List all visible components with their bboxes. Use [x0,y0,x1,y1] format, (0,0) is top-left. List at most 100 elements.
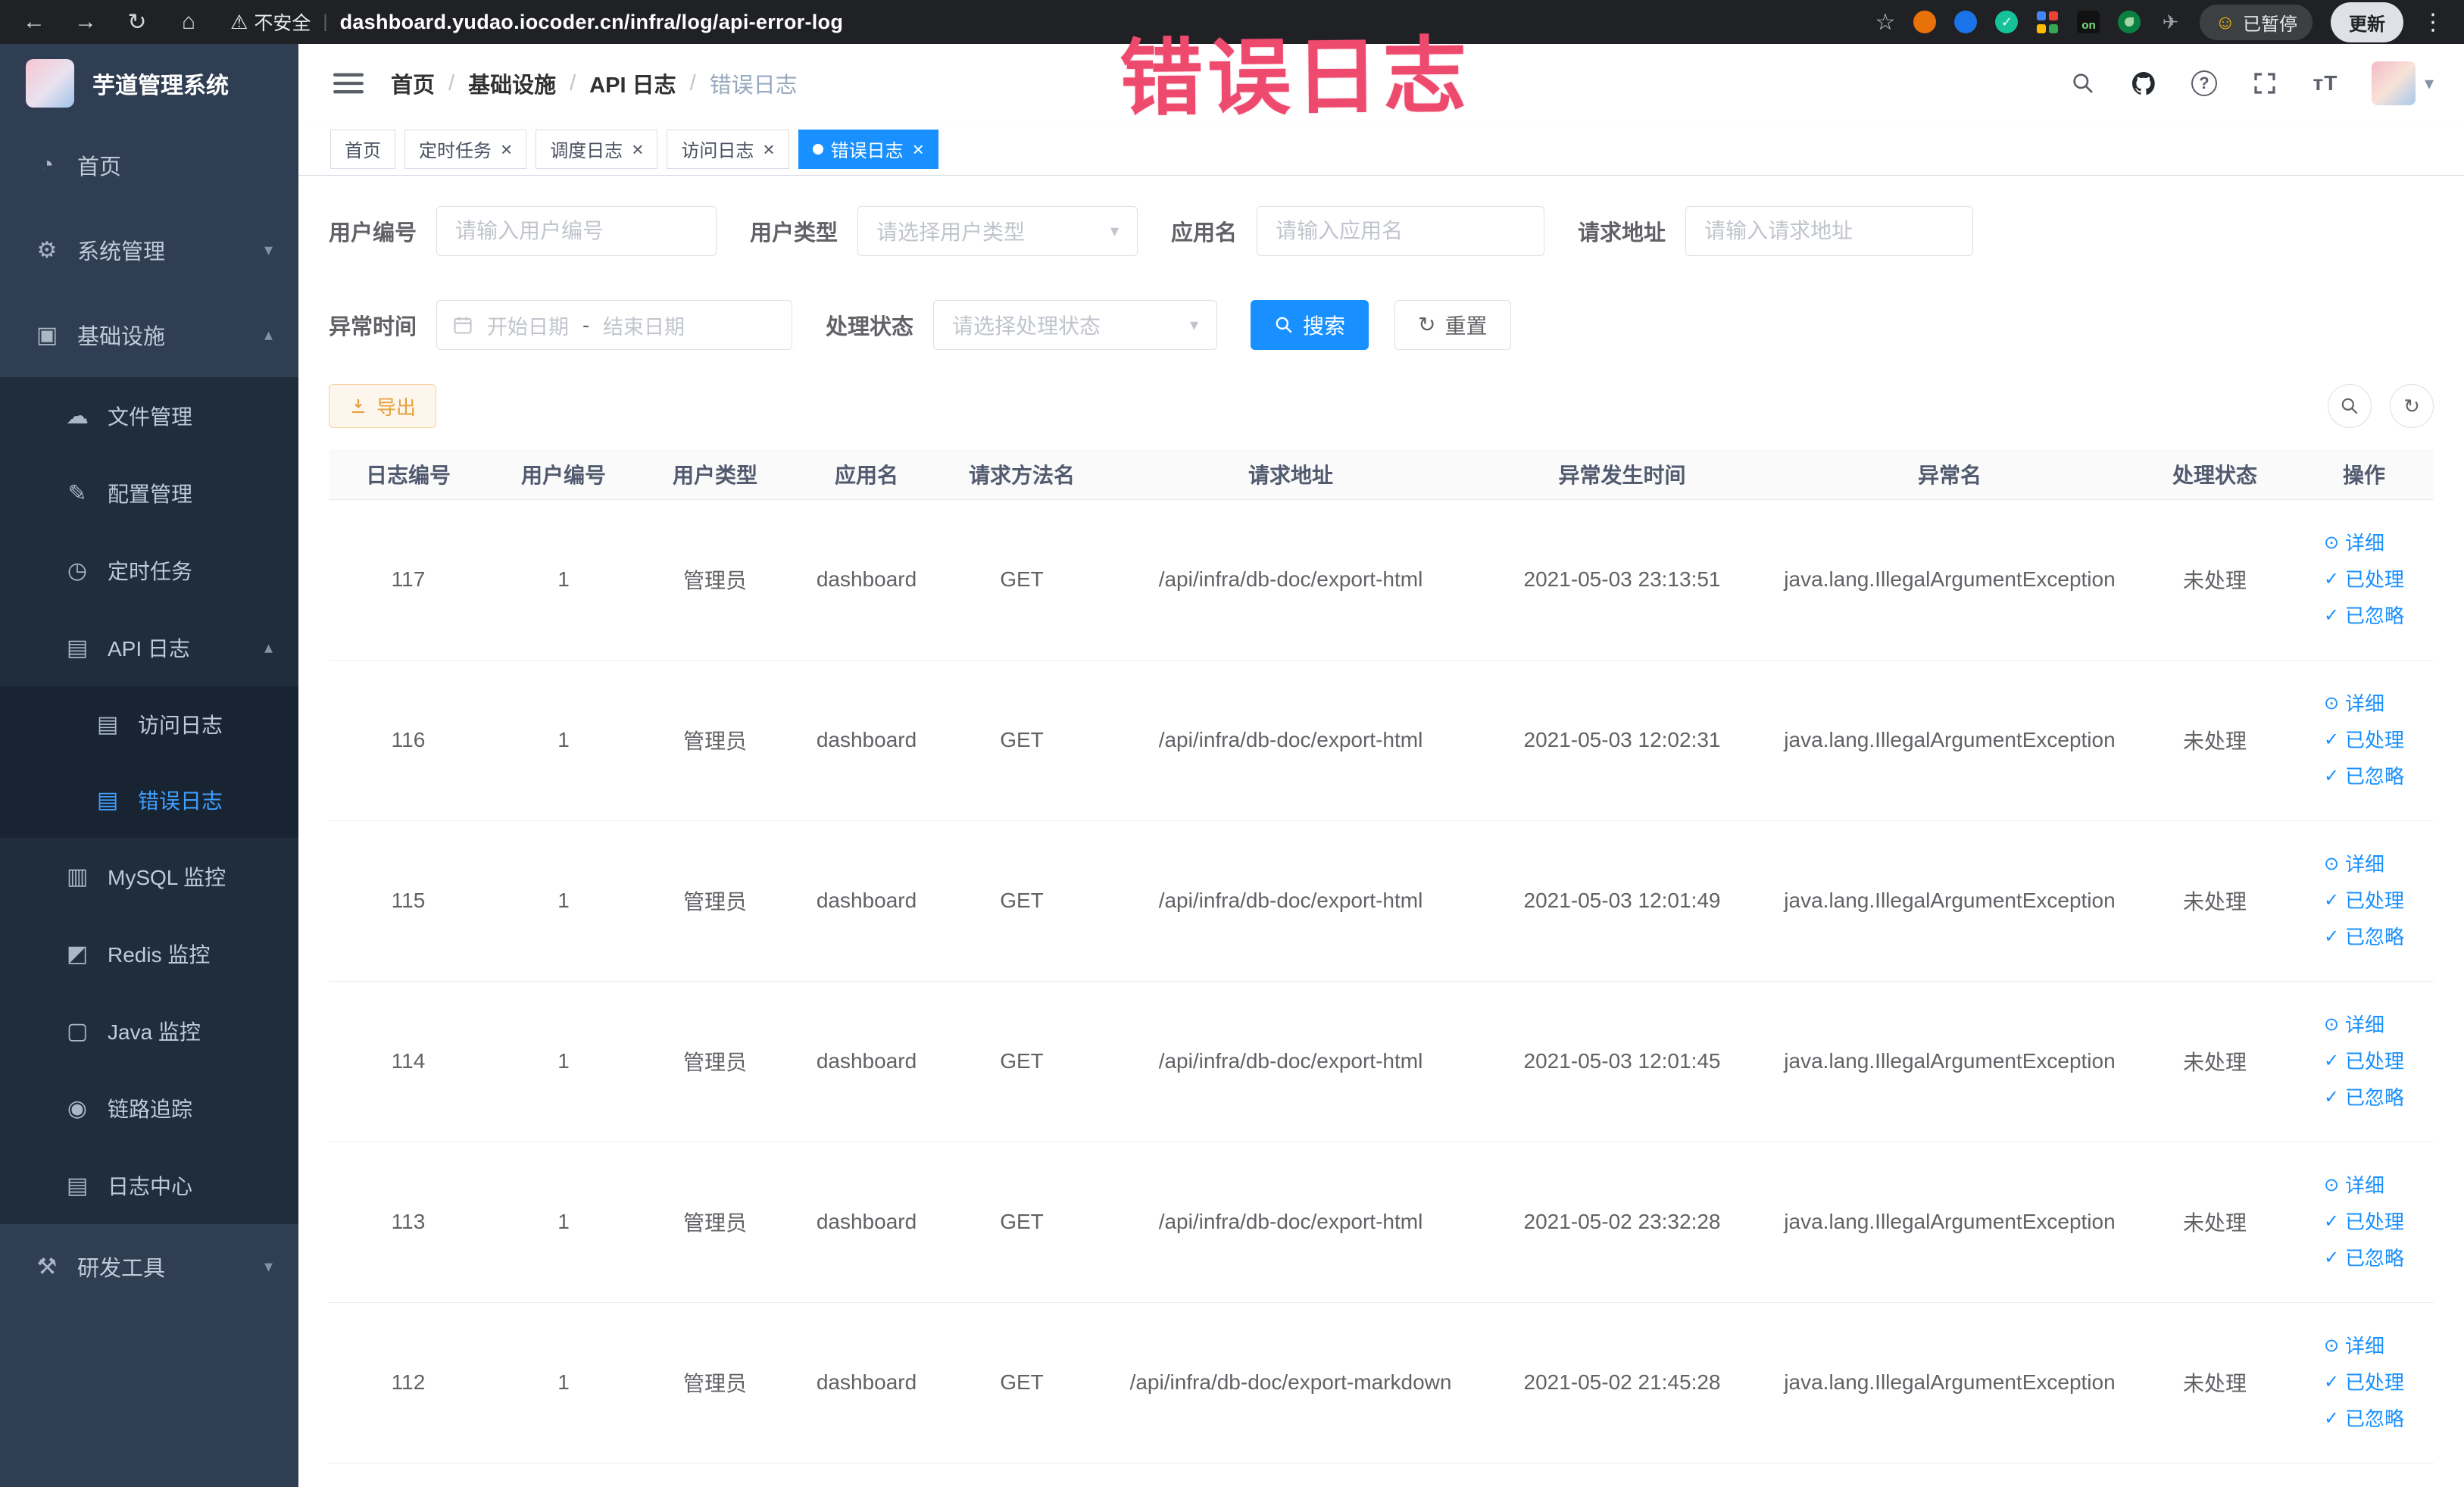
mark-processed-button[interactable]: ✓ 已处理 [2324,883,2404,919]
detail-button[interactable]: ⊙ 详细 [2324,525,2384,561]
column-header: 日志编号 [329,449,488,500]
sidebar-item-scheduled-jobs[interactable]: ◷ 定时任务 [0,532,298,609]
bookmark-star-icon[interactable]: ☆ [1875,9,1896,36]
tab-job-log[interactable]: 调度日志 × [536,129,658,169]
action-processed-label: 已处理 [2345,1211,2405,1233]
mark-ignored-button[interactable]: ✓ 已忽略 [2324,1401,2404,1437]
tab-error-log[interactable]: 错误日志 × [798,129,938,169]
action-detail-label: 详细 [2345,692,2385,715]
sidebar-item-system-management[interactable]: ⚙ 系统管理 ▾ [0,208,298,292]
user-type-select[interactable]: 请选择用户类型 ▾ [857,206,1138,256]
detail-button[interactable]: ⊙ 详细 [2324,1167,2384,1204]
mark-processed-button[interactable]: ✓ 已处理 [2324,561,2404,598]
tab-scheduled-jobs[interactable]: 定时任务 × [404,129,527,169]
sidebar-item-config-management[interactable]: ✎ 配置管理 [0,455,298,532]
reset-button[interactable]: ↻ 重置 [1394,300,1511,350]
check-icon: ✓ [2323,766,2340,786]
extension-plane-icon[interactable]: ✈ [2159,11,2181,33]
column-header: 异常发生时间 [1480,449,1764,500]
browser-reload-icon[interactable]: ↻ [123,9,151,36]
breadcrumb-item[interactable]: API 日志 [589,67,676,99]
sidebar-item-trace[interactable]: ◉ 链路追踪 [0,1070,298,1147]
close-icon[interactable]: × [632,139,643,159]
cell-log-id: 117 [329,499,488,661]
refresh-table-button[interactable]: ↻ [2390,384,2434,428]
sidebar-item-api-logs[interactable]: ▤ API 日志 ▴ [0,609,298,686]
user-id-input[interactable] [436,206,717,256]
sidebar-item-error-log[interactable]: ▤ 错误日志 [0,762,298,838]
breadcrumb-item[interactable]: 首页 [391,67,435,99]
check-icon: ✓ [2323,890,2340,911]
mark-processed-button[interactable]: ✓ 已处理 [2324,1204,2404,1240]
sidebar-item-log-center[interactable]: ▤ 日志中心 [0,1147,298,1224]
extension-on-badge[interactable]: on [2077,11,2100,33]
hide-search-button[interactable] [2328,384,2372,428]
user-menu[interactable]: ▾ [2371,61,2434,105]
sidebar-item-java-monitor[interactable]: ▢ Java 监控 [0,992,298,1070]
sidebar-item-home[interactable]: ◔ 首页 [0,123,298,208]
column-header: 请求地址 [1101,449,1480,500]
extension-grid-icon[interactable] [2036,11,2059,33]
sidebar-item-mysql-monitor[interactable]: ▥ MySQL 监控 [0,838,298,915]
mark-processed-button[interactable]: ✓ 已处理 [2324,1364,2404,1401]
browser-back-icon[interactable]: ← [20,9,48,35]
infrastructure-submenu: ☁ 文件管理 ✎ 配置管理 ◷ 定时任务 ▤ API 日志 ▴ ▤ 访问日志 ▤… [0,377,298,1224]
extension-check-icon[interactable]: ✓ [1995,11,2019,33]
sidebar-item-dev-tools[interactable]: ⚒ 研发工具 ▾ [0,1224,298,1309]
close-icon[interactable]: × [763,139,774,159]
mark-ignored-button[interactable]: ✓ 已忽略 [2324,598,2404,634]
search-icon [1274,315,1294,335]
detail-button[interactable]: ⊙ 详细 [2324,846,2384,883]
cell-app-name: dashboard [791,1302,942,1464]
sidebar-menu: ◔ 首页 ⚙ 系统管理 ▾ ▣ 基础设施 ▴ ☁ 文件管理 ✎ 配置管理 ◷ 定… [0,123,298,1487]
tab-access-log[interactable]: 访问日志 × [667,129,789,169]
export-button[interactable]: 导出 [329,384,437,428]
extension-icon[interactable] [1913,11,1937,33]
browser-forward-icon[interactable]: → [71,9,100,35]
sidebar-toggle-button[interactable] [321,63,376,104]
sidebar-item-file-management[interactable]: ☁ 文件管理 [0,377,298,455]
mark-processed-button[interactable]: ✓ 已处理 [2324,1043,2404,1079]
security-warning[interactable]: ⚠ 不安全 [230,8,311,36]
search-button[interactable]: 搜索 [1251,300,1369,350]
mark-processed-button[interactable]: ✓ 已处理 [2324,722,2404,758]
close-icon[interactable]: × [501,139,512,159]
browser-home-icon[interactable]: ⌂ [174,9,203,35]
mark-ignored-button[interactable]: ✓ 已忽略 [2324,1079,2404,1116]
close-icon[interactable]: × [913,139,924,159]
extension-icon[interactable] [1954,11,1978,33]
detail-button[interactable]: ⊙ 详细 [2324,1328,2384,1364]
sidebar-item-access-log[interactable]: ▤ 访问日志 [0,686,298,762]
tools-icon: ⚒ [36,1254,58,1279]
app-logo[interactable]: 芋道管理系统 [0,44,298,123]
exception-time-range-picker[interactable]: 开始日期 - 结束日期 [436,300,793,350]
address-bar[interactable]: ⚠ 不安全 | dashboard.yudao.iocoder.cn/infra… [230,8,843,36]
process-status-select[interactable]: 请选择处理状态 ▾ [933,300,1218,350]
font-size-icon[interactable]: ᴛT [2311,69,2340,98]
extension-leaf-icon[interactable] [2118,11,2141,33]
browser-menu-icon[interactable]: ⋮ [2422,9,2444,36]
mark-ignored-button[interactable]: ✓ 已忽略 [2324,758,2404,795]
mark-ignored-button[interactable]: ✓ 已忽略 [2324,919,2404,955]
browser-update-button[interactable]: 更新 [2331,2,2403,42]
tab-home[interactable]: 首页 [330,129,395,169]
paused-badge[interactable]: ☺ 已暂停 [2200,4,2313,40]
cell-actions: ⊙ 详细 ✓ 已处理 ✓ 已忽略 [2294,499,2434,661]
url-text: dashboard.yudao.iocoder.cn/infra/log/api… [339,10,844,33]
detail-button[interactable]: ⊙ 详细 [2324,1007,2384,1043]
sidebar-item-label: Java 监控 [108,1020,201,1044]
request-url-input[interactable] [1685,206,1974,256]
fullscreen-icon[interactable] [2250,69,2279,98]
help-icon[interactable]: ? [2190,69,2219,98]
mark-ignored-button[interactable]: ✓ 已忽略 [2324,1240,2404,1276]
detail-button[interactable]: ⊙ 详细 [2324,686,2384,722]
eye-icon: ⊙ [2323,1014,2340,1035]
app-name-input[interactable] [1257,206,1545,256]
header-search-icon[interactable] [2069,69,2097,98]
breadcrumb-item[interactable]: 基础设施 [468,67,556,99]
sidebar-item-redis-monitor[interactable]: ◩ Redis 监控 [0,915,298,992]
github-icon[interactable] [2129,69,2158,98]
sidebar-item-infrastructure[interactable]: ▣ 基础设施 ▴ [0,292,298,377]
layers-icon: ◩ [66,941,89,967]
cell-request-url: /api/infra/db-doc/export-markdown [1101,1302,1480,1464]
